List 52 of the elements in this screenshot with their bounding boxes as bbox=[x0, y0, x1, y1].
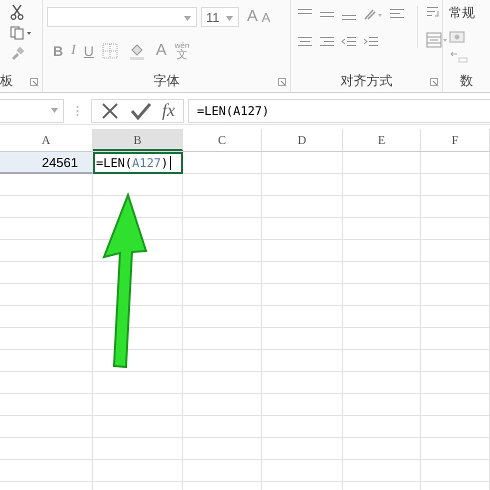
table-cell bbox=[421, 152, 490, 174]
align-right-icon[interactable] bbox=[319, 36, 335, 48]
group-label: 数 bbox=[460, 72, 473, 90]
more-icon bbox=[76, 104, 79, 116]
table-cell bbox=[421, 416, 490, 438]
dialog-launcher-icon[interactable] bbox=[430, 78, 438, 86]
border-icon[interactable] bbox=[102, 43, 120, 59]
table-cell bbox=[421, 262, 490, 284]
column-header[interactable]: D bbox=[262, 129, 343, 151]
number-format-field[interactable]: 常规 bbox=[449, 2, 475, 24]
table-cell bbox=[421, 306, 490, 328]
table-cell bbox=[421, 438, 490, 460]
table-cell bbox=[421, 196, 490, 218]
dropdown-icon[interactable] bbox=[184, 16, 191, 21]
table-cell bbox=[421, 350, 490, 372]
font-name-field[interactable] bbox=[47, 7, 197, 27]
table-cell bbox=[421, 372, 490, 394]
align-center-icon[interactable] bbox=[297, 36, 313, 48]
increase-indent-icon[interactable] bbox=[363, 36, 379, 48]
table-cell bbox=[421, 218, 490, 240]
dialog-launcher-icon[interactable] bbox=[278, 78, 286, 86]
column-header[interactable]: C bbox=[183, 129, 262, 151]
decrease-indent-icon[interactable] bbox=[341, 36, 357, 48]
table-cell bbox=[421, 328, 490, 350]
table-cell bbox=[421, 394, 490, 416]
table-cell bbox=[421, 240, 490, 262]
dropdown-icon[interactable] bbox=[51, 108, 58, 112]
scissors-icon[interactable] bbox=[10, 4, 24, 20]
dropdown-icon[interactable] bbox=[226, 16, 233, 21]
group-label: 对齐方式 bbox=[340, 72, 392, 90]
copy-icon[interactable] bbox=[10, 26, 32, 40]
align-left-icon[interactable] bbox=[389, 8, 405, 20]
table-cell: 24561 bbox=[0, 152, 93, 174]
column-header[interactable]: B bbox=[93, 129, 183, 151]
column-header[interactable]: F bbox=[421, 129, 490, 151]
check-icon[interactable] bbox=[130, 100, 152, 120]
merge-cells-icon[interactable] bbox=[426, 32, 448, 48]
name-box[interactable] bbox=[0, 98, 64, 122]
format-painter-icon[interactable] bbox=[10, 46, 24, 60]
cancel-icon[interactable] bbox=[100, 100, 120, 120]
insert-function-button[interactable]: fx bbox=[162, 100, 175, 121]
formula-field[interactable]: =LEN(A127) bbox=[188, 98, 490, 122]
table-cell bbox=[421, 460, 490, 482]
column-header[interactable]: E bbox=[343, 129, 421, 151]
group-label: 板 bbox=[0, 72, 13, 90]
font-size-field[interactable]: 11 bbox=[201, 7, 239, 27]
table-cell bbox=[421, 174, 490, 196]
orientation-icon[interactable] bbox=[363, 6, 383, 20]
table-cell bbox=[421, 284, 490, 306]
active-cell[interactable]: =LEN(A127) bbox=[93, 152, 183, 174]
group-label: 字体 bbox=[154, 72, 180, 90]
dialog-launcher-icon[interactable] bbox=[30, 78, 38, 86]
